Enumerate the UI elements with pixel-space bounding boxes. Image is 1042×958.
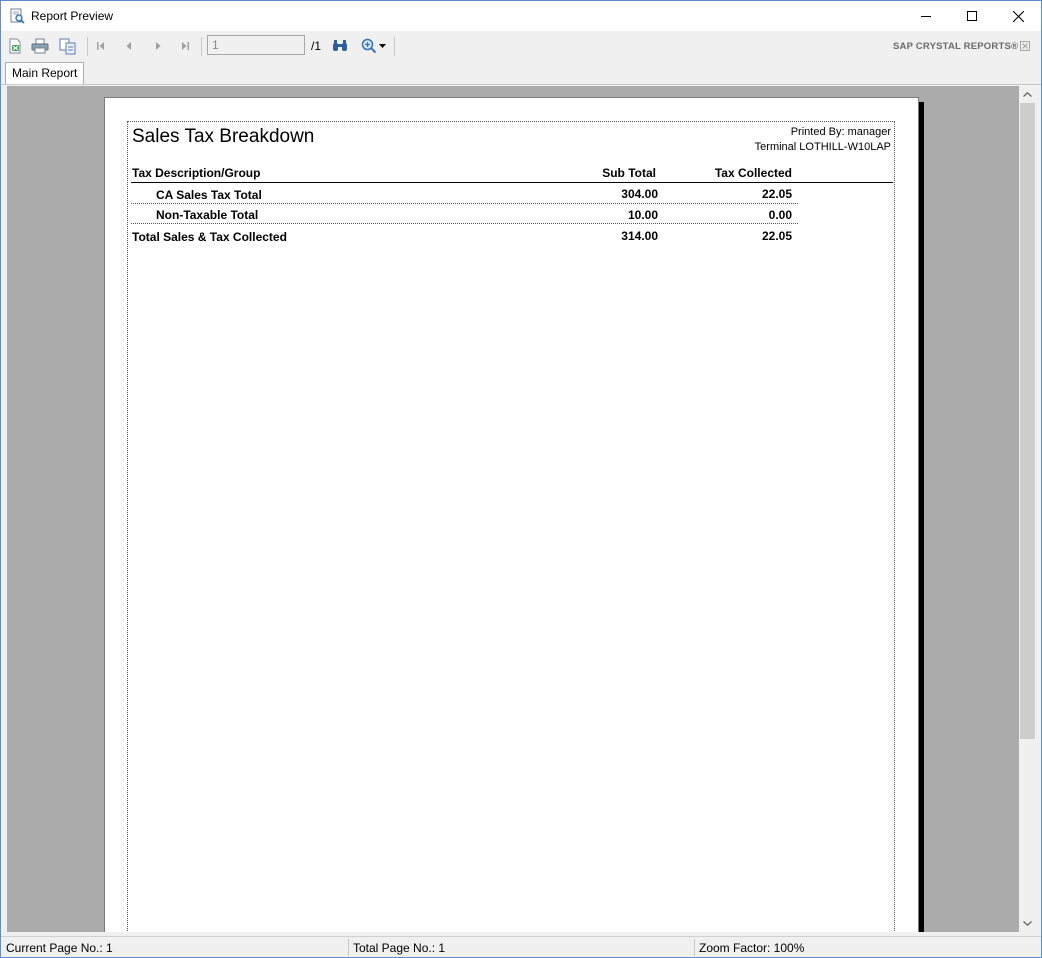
copy-button[interactable]	[57, 36, 79, 56]
tab-strip: Main Report	[1, 61, 1041, 85]
page-count-label: /1	[311, 39, 322, 53]
previous-page-button[interactable]	[118, 36, 140, 56]
report-preview-icon	[9, 8, 25, 24]
page-number-input[interactable]	[207, 35, 305, 55]
close-icon	[1012, 10, 1024, 22]
close-tab-button[interactable]	[1020, 40, 1030, 51]
zoom-factor-status: Zoom Factor: 100%	[699, 941, 805, 955]
close-button[interactable]	[995, 1, 1041, 31]
chevron-up-icon	[1023, 92, 1032, 97]
find-button[interactable]	[329, 36, 351, 56]
toolbar-separator	[394, 37, 395, 56]
print-button[interactable]	[29, 36, 51, 56]
find-icon	[333, 40, 347, 51]
copy-icon	[59, 38, 76, 54]
total-page-status: Total Page No.: 1	[353, 941, 446, 955]
first-page-icon	[97, 42, 104, 50]
column-header-sub-total: Sub Total	[602, 166, 656, 180]
current-page-status: Current Page No.: 1	[6, 941, 113, 955]
column-header-tax-collected: Tax Collected	[714, 166, 792, 180]
close-icon	[1020, 41, 1030, 51]
report-preview-window: Report Preview 1 /1 SAP CRYSTAL REPORTS®…	[0, 0, 1042, 958]
chevron-down-icon	[1023, 921, 1032, 926]
first-page-button[interactable]	[90, 36, 112, 56]
zoom-dropdown-button[interactable]	[375, 36, 389, 56]
scroll-down-button[interactable]	[1019, 915, 1036, 932]
minimize-button[interactable]	[903, 1, 949, 31]
tab-main-report[interactable]: Main Report	[5, 62, 85, 84]
minimize-icon	[921, 16, 931, 17]
status-divider	[694, 939, 695, 956]
export-icon	[9, 38, 21, 54]
row-sub-total: 10.00	[627, 208, 658, 222]
title-bar: Report Preview	[1, 1, 1041, 31]
row-description: CA Sales Tax Total	[156, 188, 262, 202]
last-page-button[interactable]	[174, 36, 196, 56]
row-divider	[131, 223, 798, 224]
maximize-button[interactable]	[949, 1, 995, 31]
sap-crystal-reports-logo: SAP CRYSTAL REPORTS®	[893, 41, 1019, 52]
total-tax-collected: 22.05	[761, 229, 792, 243]
scroll-thumb[interactable]	[1020, 103, 1035, 739]
report-viewer[interactable]: Sales Tax Breakdown Printed By: manager …	[7, 86, 1019, 932]
previous-page-icon	[126, 42, 131, 50]
next-page-button[interactable]	[147, 36, 169, 56]
row-description: Non-Taxable Total	[156, 208, 259, 222]
column-header-description: Tax Description/Group	[132, 166, 261, 180]
row-tax-collected: 0.00	[768, 208, 792, 222]
chevron-down-icon	[378, 44, 386, 48]
maximize-icon	[967, 11, 977, 21]
printed-by: Printed By: manager	[790, 126, 891, 138]
row-tax-collected: 22.05	[761, 187, 792, 201]
total-description: Total Sales & Tax Collected	[132, 230, 287, 244]
row-divider	[131, 203, 798, 204]
scroll-up-button[interactable]	[1019, 86, 1036, 103]
print-icon	[31, 38, 49, 54]
export-button[interactable]	[4, 36, 26, 56]
row-sub-total: 304.00	[621, 187, 658, 201]
toolbar-separator	[87, 37, 88, 56]
status-divider	[348, 939, 349, 956]
next-page-icon	[156, 42, 161, 50]
total-sub-total: 314.00	[621, 229, 658, 243]
window-title: Report Preview	[31, 9, 114, 23]
terminal-name: Terminal LOTHILL-W10LAP	[754, 141, 891, 153]
vertical-scrollbar[interactable]	[1019, 86, 1036, 932]
status-bar: Current Page No.: 1 Total Page No.: 1 Zo…	[1, 936, 1041, 957]
report-page: Sales Tax Breakdown Printed By: manager …	[104, 97, 919, 932]
toolbar: /1 SAP CRYSTAL REPORTS®	[1, 31, 1041, 61]
toolbar-separator	[201, 37, 202, 56]
report-title: Sales Tax Breakdown	[132, 126, 315, 147]
header-divider	[131, 182, 893, 183]
last-page-icon	[182, 42, 189, 50]
